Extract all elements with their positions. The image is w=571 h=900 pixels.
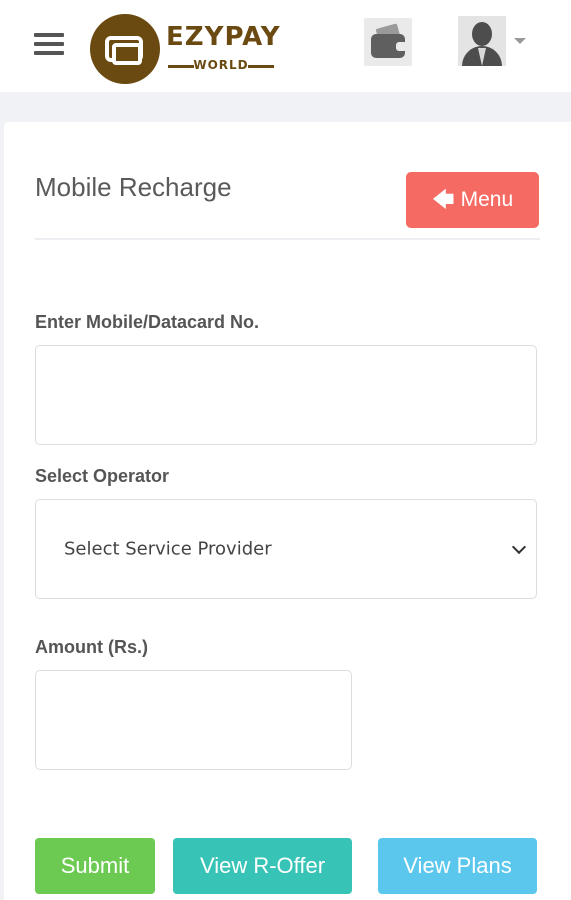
logo-subtitle: WORLD — [168, 58, 274, 72]
operator-selected-value: Select Service Provider — [64, 538, 272, 560]
menu-button-label: Menu — [460, 188, 514, 211]
chevron-down-icon — [511, 539, 527, 555]
amount-label: Amount (Rs.) — [35, 637, 148, 657]
logo-subtitle-text: WORLD — [193, 58, 249, 72]
hamburger-icon[interactable] — [34, 33, 64, 57]
amount-input[interactable] — [36, 671, 351, 769]
wallet-icon[interactable] — [364, 18, 412, 66]
title-divider — [35, 238, 540, 240]
operator-label: Select Operator — [35, 466, 170, 486]
submit-button[interactable]: Submit — [35, 838, 155, 894]
view-plans-button[interactable]: View Plans — [378, 838, 537, 894]
top-navbar: EZYPAY WORLD — [0, 0, 571, 92]
mobile-number-label: Enter Mobile/Datacard No. — [35, 312, 260, 332]
menu-button[interactable]: 🡄 Menu — [406, 172, 539, 228]
logo-brand-text: EZYPAY — [166, 22, 281, 52]
mobile-number-input[interactable] — [36, 346, 536, 444]
page-title: Mobile Recharge — [35, 172, 232, 202]
user-avatar-icon — [458, 16, 506, 66]
user-menu-button[interactable] — [458, 16, 530, 68]
wallet-logo-icon — [90, 14, 160, 84]
mobile-number-field[interactable] — [35, 345, 537, 445]
operator-select[interactable]: Select Service Provider — [35, 499, 537, 599]
amount-field[interactable] — [35, 670, 352, 770]
caret-down-icon — [514, 38, 526, 44]
arrow-left-icon: 🡄 — [431, 187, 455, 212]
ezypay-logo[interactable]: EZYPAY WORLD — [90, 12, 280, 86]
view-r-offer-button[interactable]: View R-Offer — [173, 838, 352, 894]
